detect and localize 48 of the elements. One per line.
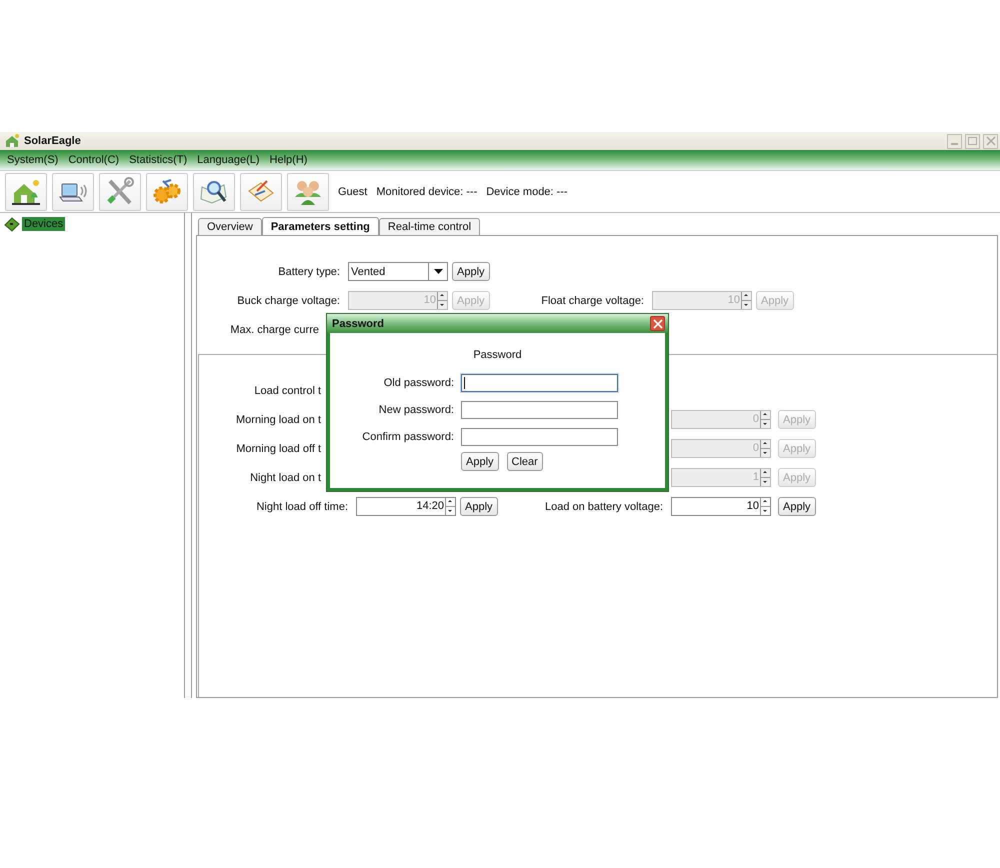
field-label: Max. charge curre [229,324,319,336]
maximize-button[interactable] [965,134,980,148]
field-label: Float charge voltage: [540,294,645,306]
tab[interactable]: Overview [198,218,262,235]
dialog-heading: Password [472,349,523,361]
toolbar-button[interactable] [52,172,94,210]
tab[interactable]: Parameters setting [262,217,379,235]
menu-item[interactable]: Control(C) [68,154,120,166]
field-label: Night load on t [249,472,321,484]
tree-item[interactable]: Devices [22,217,66,231]
status-text: Guest [338,186,368,198]
field-label: New password: [378,404,455,416]
gears-icon [151,176,183,206]
apply-button[interactable]: Apply [778,497,816,516]
menu-item[interactable]: Help(H) [270,154,308,166]
field-label: Morning load off t [235,442,321,454]
house-icon [4,134,20,148]
password-field[interactable] [461,374,618,392]
tab[interactable]: Real-time control [378,218,480,235]
menu-item[interactable]: Statistics(T) [129,154,188,166]
menu-item[interactable]: System(S) [7,154,58,166]
field-label: Load on battery voltage: [544,500,664,512]
password-field[interactable] [461,428,618,446]
field-label: Load control t [253,384,321,396]
dropdown[interactable]: Vented [348,262,448,281]
field-label: Buck charge voltage: [236,294,341,306]
dialog-title: Password [332,318,384,330]
status-text: Device mode: --- [486,186,568,198]
close-button[interactable] [650,316,665,331]
password-field[interactable] [461,400,618,418]
apply-button[interactable]: Apply [452,262,490,281]
status-text: Monitored device: --- [376,186,478,198]
apply-button[interactable]: Apply [460,497,498,516]
field-label: Morning load on t [235,414,321,426]
field-label: Confirm password: [361,430,455,442]
window-title: SolarEagle [24,135,81,147]
dialog-button[interactable]: Clear [506,452,543,471]
minimize-button[interactable] [947,134,962,148]
field-label: Battery type: [277,266,341,278]
field-label: Old password: [382,376,455,388]
device-icon [4,216,20,232]
spinner-field[interactable]: 10 [671,497,771,516]
toolbar-button[interactable] [5,172,47,210]
dialog-button[interactable]: Apply [461,452,499,471]
caret-icon [434,269,442,274]
spinner-field[interactable]: 14:20 [356,497,456,516]
menu-item[interactable]: Language(L) [197,154,260,166]
field-label: Night load off time: [255,500,349,512]
